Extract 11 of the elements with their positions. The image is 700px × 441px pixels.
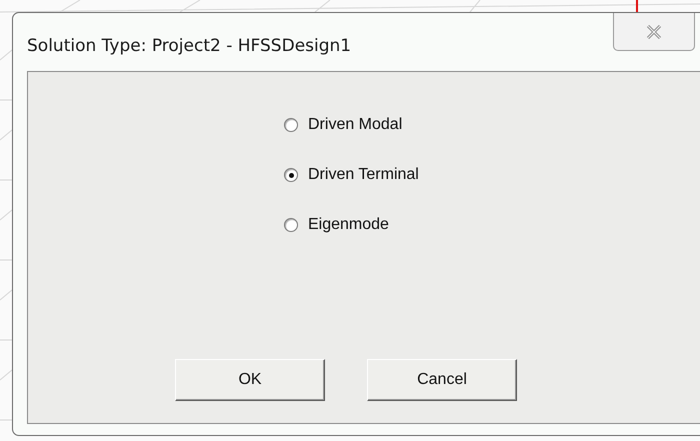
- window-title: Solution Type: Project2 - HFSSDesign1: [27, 36, 352, 56]
- radio-button[interactable]: [284, 168, 298, 182]
- close-icon: [646, 24, 662, 38]
- close-button[interactable]: [613, 13, 695, 51]
- radio-button[interactable]: [284, 118, 298, 132]
- cancel-button[interactable]: Cancel: [367, 359, 517, 401]
- radio-button[interactable]: [284, 218, 298, 232]
- radio-option[interactable]: Eigenmode: [284, 216, 419, 234]
- radio-option[interactable]: Driven Modal: [284, 116, 419, 134]
- radio-option[interactable]: Driven Terminal: [284, 166, 419, 184]
- ok-button[interactable]: OK: [175, 359, 325, 401]
